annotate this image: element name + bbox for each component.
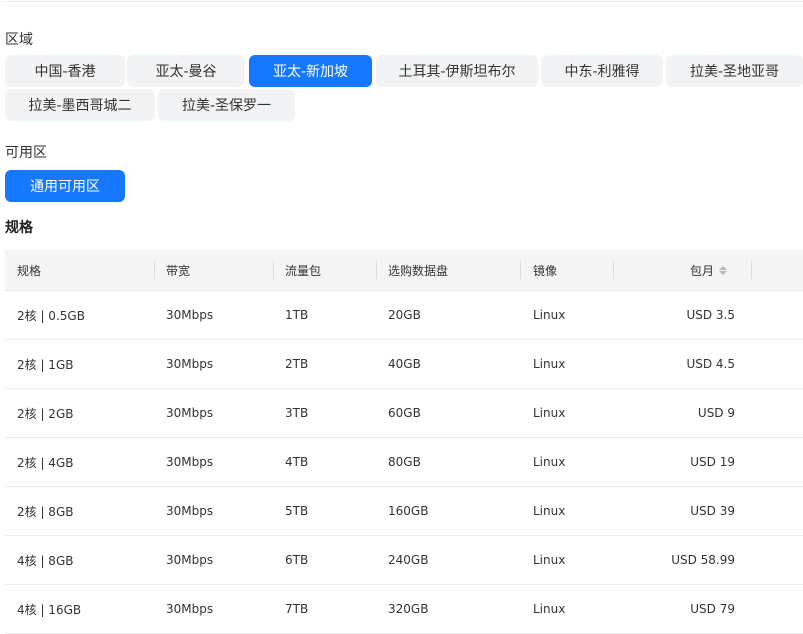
- cell-monthly-price: USD 58.99: [671, 553, 735, 567]
- cell-data-disk: 60GB: [388, 406, 421, 420]
- cell-traffic: 4TB: [285, 455, 309, 469]
- cell-bandwidth: 30Mbps: [166, 406, 214, 420]
- cell-spec: 2核 | 2GB: [17, 406, 74, 421]
- cell-image: Linux: [533, 553, 566, 567]
- cell-bandwidth: 30Mbps: [166, 308, 214, 322]
- column-header-image: 镜像: [533, 263, 558, 278]
- sort-caret-icon[interactable]: [719, 265, 728, 275]
- cell-monthly-price: USD 4.5: [686, 357, 735, 371]
- column-divider: [613, 261, 614, 279]
- table-row[interactable]: 4核 | 8GB 30Mbps 6TB 240GB Linux USD 58.99: [5, 536, 803, 585]
- cell-traffic: 3TB: [285, 406, 309, 420]
- cell-spec: 4核 | 8GB: [17, 553, 74, 568]
- column-header-spec: 规格: [17, 263, 42, 278]
- column-header-data-disk: 选购数据盘: [388, 263, 449, 278]
- cell-image: Linux: [533, 455, 566, 469]
- cell-data-disk: 40GB: [388, 357, 421, 371]
- cell-bandwidth: 30Mbps: [166, 504, 214, 518]
- region-option-hongkong[interactable]: 中国-香港: [5, 55, 125, 87]
- cell-bandwidth: 30Mbps: [166, 357, 214, 371]
- column-divider: [751, 261, 752, 279]
- cell-data-disk: 20GB: [388, 308, 421, 322]
- region-option-sao-paulo-1[interactable]: 拉美-圣保罗一: [158, 89, 295, 121]
- table-body: 2核 | 0.5GB 30Mbps 1TB 20GB Linux USD 3.5 2核 | …: [5, 291, 803, 634]
- cell-monthly-price: USD 19: [690, 455, 735, 469]
- column-divider: [154, 261, 155, 279]
- cell-spec: 2核 | 8GB: [17, 504, 74, 519]
- top-divider: [4, 1, 803, 2]
- cell-bandwidth: 30Mbps: [166, 455, 214, 469]
- cell-data-disk: 240GB: [388, 553, 429, 567]
- column-header-traffic: 流量包: [285, 263, 322, 278]
- zone-label: 可用区: [5, 145, 47, 161]
- region-option-istanbul[interactable]: 土耳其-伊斯坦布尔: [376, 55, 538, 87]
- region-label: 区域: [5, 32, 33, 48]
- cell-monthly-price: USD 39: [690, 504, 735, 518]
- cell-traffic: 2TB: [285, 357, 309, 371]
- table-row[interactable]: 2核 | 2GB 30Mbps 3TB 60GB Linux USD 9: [5, 389, 803, 438]
- column-header-monthly[interactable]: 包月: [690, 250, 728, 290]
- zone-option-general[interactable]: 通用可用区: [5, 170, 125, 202]
- region-option-mexico-city-2[interactable]: 拉美-墨西哥城二: [5, 89, 155, 121]
- column-header-bandwidth: 带宽: [166, 263, 191, 278]
- cell-monthly-price: USD 3.5: [686, 308, 735, 322]
- table-row[interactable]: 4核 | 16GB 30Mbps 7TB 320GB Linux USD 79: [5, 585, 803, 634]
- cell-traffic: 1TB: [285, 308, 309, 322]
- spec-section-title: 规格: [5, 220, 33, 236]
- cell-image: Linux: [533, 357, 566, 371]
- table-row[interactable]: 2核 | 8GB 30Mbps 5TB 160GB Linux USD 39: [5, 487, 803, 536]
- cell-data-disk: 160GB: [388, 504, 429, 518]
- cell-data-disk: 80GB: [388, 455, 421, 469]
- cell-image: Linux: [533, 308, 566, 322]
- cell-traffic: 5TB: [285, 504, 309, 518]
- cell-bandwidth: 30Mbps: [166, 553, 214, 567]
- cell-spec: 2核 | 4GB: [17, 455, 74, 470]
- cell-image: Linux: [533, 504, 566, 518]
- table-row[interactable]: 2核 | 4GB 30Mbps 4TB 80GB Linux USD 19: [5, 438, 803, 487]
- table-header: 规格 带宽 流量包 选购数据盘 镜像 包月: [5, 250, 803, 291]
- table-row[interactable]: 2核 | 0.5GB 30Mbps 1TB 20GB Linux USD 3.5: [5, 291, 803, 340]
- cell-traffic: 6TB: [285, 553, 309, 567]
- spec-table: 规格 带宽 流量包 选购数据盘 镜像 包月 2核 | 0.5GB 30Mbps 1T…: [5, 250, 803, 634]
- cell-image: Linux: [533, 406, 566, 420]
- cell-spec: 2核 | 0.5GB: [17, 308, 85, 323]
- region-option-riyadh[interactable]: 中东-利雅得: [541, 55, 663, 87]
- column-divider: [376, 261, 377, 279]
- table-row[interactable]: 2核 | 1GB 30Mbps 2TB 40GB Linux USD 4.5: [5, 340, 803, 389]
- region-option-singapore[interactable]: 亚太-新加坡: [249, 55, 372, 87]
- column-divider: [520, 261, 521, 279]
- region-option-bangkok[interactable]: 亚太-曼谷: [127, 55, 245, 87]
- cell-monthly-price: USD 9: [697, 406, 735, 420]
- column-divider: [273, 261, 274, 279]
- column-header-monthly-label: 包月: [690, 263, 715, 278]
- cell-spec: 2核 | 1GB: [17, 357, 74, 372]
- region-option-santiago[interactable]: 拉美-圣地亚哥: [666, 55, 803, 87]
